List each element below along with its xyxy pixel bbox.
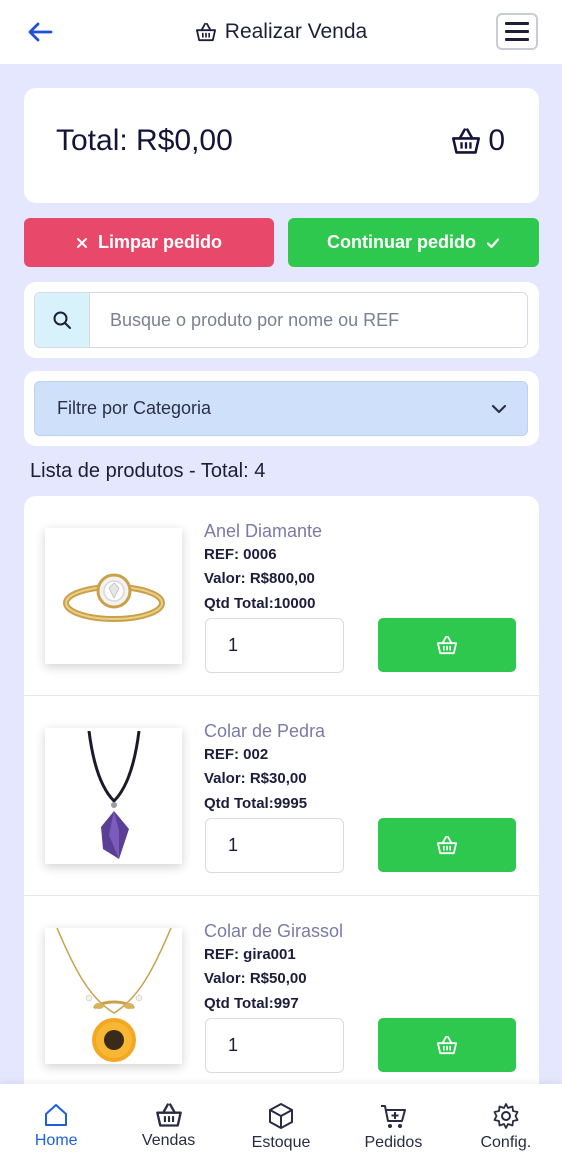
nav-item-vendas[interactable]: Vendas (112, 1084, 224, 1167)
hamburger-icon-bar (505, 30, 529, 33)
product-stock: Qtd Total:997 (204, 995, 299, 1012)
product-image (45, 928, 182, 1064)
hamburger-icon-bar (505, 38, 529, 41)
basket-icon (195, 22, 216, 42)
page-title: Realizar Venda (195, 20, 367, 44)
continue-order-label: Continuar pedido (327, 232, 476, 252)
product-image (45, 528, 182, 664)
product-item: Colar de Pedra REF: 002 Valor: R$30,00 Q… (24, 696, 539, 896)
hamburger-icon-bar (505, 22, 529, 25)
nav-item-pedidos[interactable]: Pedidos (337, 1084, 449, 1167)
product-stock: Qtd Total:9995 (204, 795, 308, 812)
basket-icon (155, 1103, 182, 1127)
product-image (45, 728, 182, 864)
product-name: Colar de Pedra (204, 721, 326, 741)
menu-toggle-button[interactable] (496, 13, 538, 50)
top-bar: Realizar Venda (0, 0, 562, 64)
back-button[interactable] (22, 14, 58, 50)
product-name: Anel Diamante (204, 521, 323, 541)
nav-item-config[interactable]: Config. (450, 1084, 562, 1167)
product-name: Colar de Girassol (204, 921, 344, 941)
basket-icon (436, 635, 457, 655)
arrow-left-icon (28, 22, 53, 42)
clear-order-button[interactable]: Limpar pedido (24, 218, 274, 267)
page-title-text: Realizar Venda (224, 20, 368, 43)
add-to-basket-button[interactable] (378, 618, 516, 672)
box-icon (269, 1103, 294, 1129)
nav-item-label: Config. (480, 1134, 532, 1151)
product-list-heading: Lista de produtos - Total: 4 (30, 460, 266, 482)
cart-count-value: 0 (488, 124, 505, 157)
cart-plus-icon (381, 1105, 407, 1128)
order-summary-card: Total: R$0,00 0 (24, 88, 539, 203)
nav-item-label: Vendas (141, 1132, 196, 1149)
continue-order-button[interactable]: Continuar pedido (288, 218, 539, 267)
sunflower-necklace-image (55, 928, 172, 1062)
product-ref: REF: 002 (204, 746, 269, 763)
ring-image (62, 573, 165, 622)
close-icon (76, 237, 87, 248)
search-box (34, 292, 528, 348)
basket-icon (436, 1035, 457, 1055)
category-filter-select[interactable]: Filtre por Categoria (34, 381, 528, 436)
nav-item-label: Estoque (251, 1134, 311, 1151)
nav-item-label: Home (34, 1132, 78, 1149)
basket-icon (436, 835, 457, 855)
nav-item-home[interactable]: Home (0, 1084, 112, 1167)
basket-icon (452, 128, 481, 154)
search-addon (35, 293, 90, 347)
product-price: Valor: R$30,00 (204, 770, 307, 787)
category-filter-value: Filtre por Categoria (57, 398, 212, 418)
product-ref: REF: 0006 (204, 546, 277, 563)
quantity-input[interactable] (205, 618, 344, 673)
search-card (24, 282, 539, 358)
search-icon (53, 311, 71, 329)
bottom-navigation: Home Vendas Estoque Pedidos Config. (0, 1084, 562, 1167)
product-stock: Qtd Total:10000 (204, 595, 316, 612)
quantity-input[interactable] (205, 818, 344, 873)
chevron-down-icon (491, 404, 507, 413)
order-total: Total: R$0,00 (56, 124, 233, 157)
filter-card: Filtre por Categoria (24, 371, 539, 446)
quantity-input[interactable] (205, 1018, 344, 1073)
product-item: Colar de Girassol REF: gira001 Valor: R$… (24, 896, 539, 1096)
product-item: Anel Diamante REF: 0006 Valor: R$800,00 … (24, 496, 539, 696)
product-price: Valor: R$800,00 (204, 570, 315, 587)
product-ref: REF: gira001 (204, 946, 296, 963)
stone-necklace-image (87, 731, 140, 859)
search-input[interactable] (90, 293, 527, 347)
product-list: Anel Diamante REF: 0006 Valor: R$800,00 … (24, 496, 539, 1116)
add-to-basket-button[interactable] (378, 1018, 516, 1072)
check-icon (486, 237, 500, 248)
clear-order-label: Limpar pedido (97, 232, 222, 252)
nav-item-label: Pedidos (364, 1134, 423, 1151)
nav-item-estoque[interactable]: Estoque (225, 1084, 337, 1167)
add-to-basket-button[interactable] (378, 818, 516, 872)
gear-icon (493, 1103, 519, 1129)
product-price: Valor: R$50,00 (204, 970, 307, 987)
cart-counter: 0 (450, 124, 505, 158)
home-icon (45, 1104, 68, 1126)
